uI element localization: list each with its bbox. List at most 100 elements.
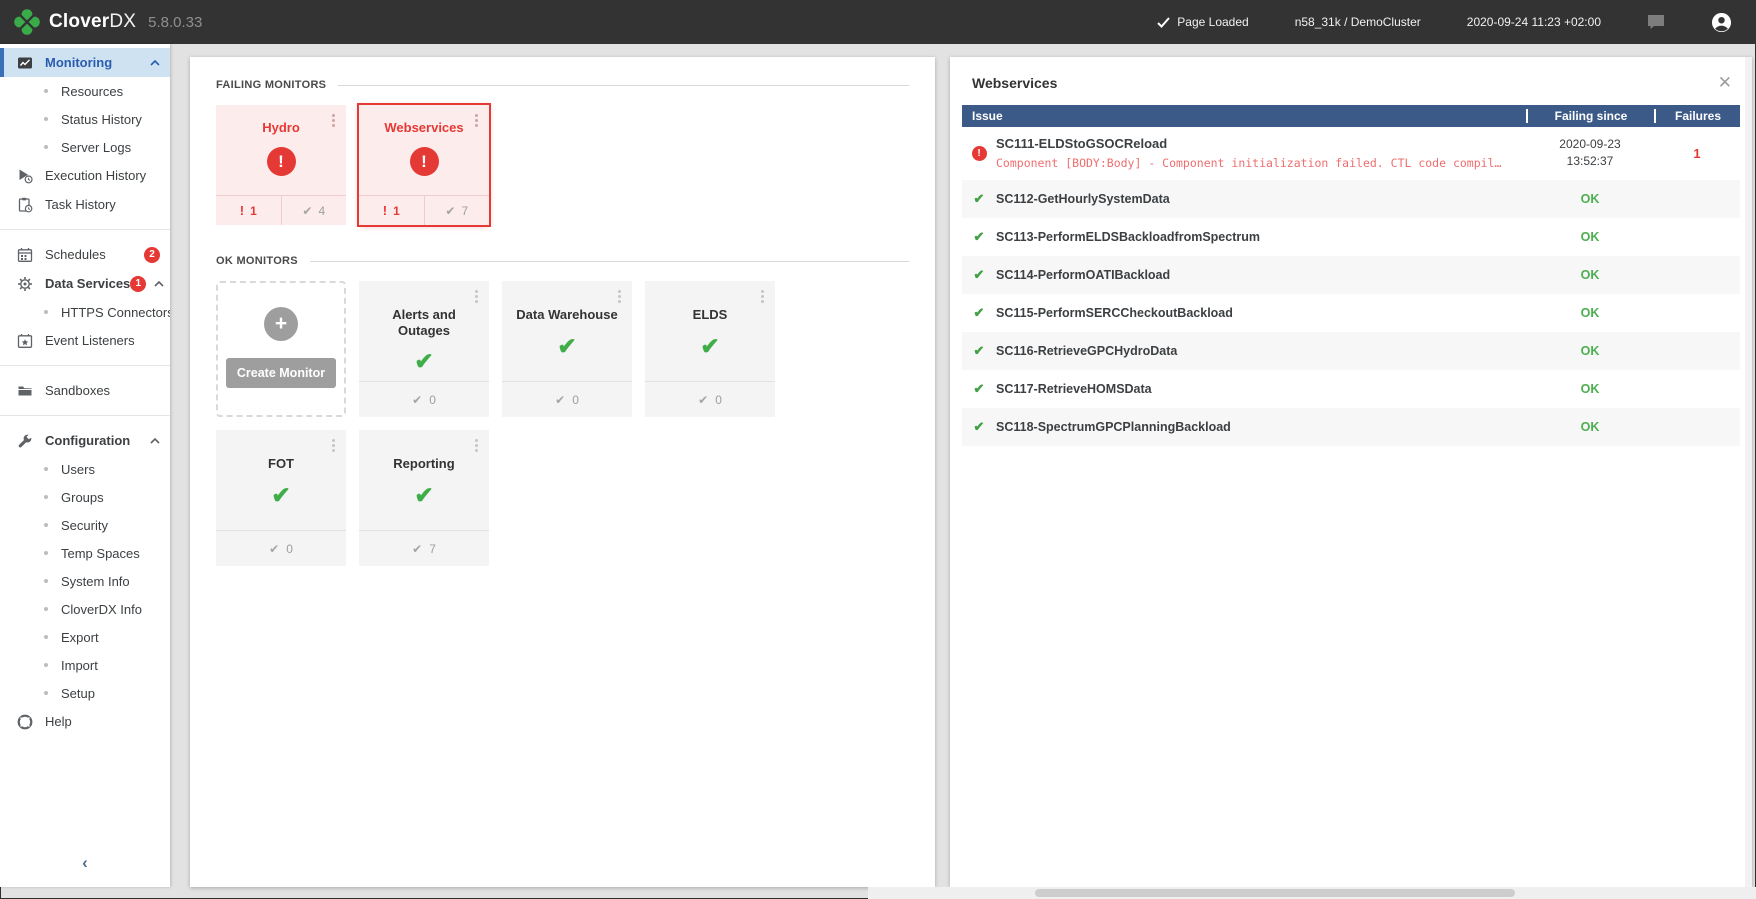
exclamation-icon: !	[239, 203, 245, 218]
sidebar-item-label: Execution History	[45, 168, 147, 183]
issue-name: SC115-PerformSERCCheckoutBackload	[996, 306, 1233, 320]
issue-row[interactable]: ✔ SC116-RetrieveGPCHydroData OK	[962, 332, 1740, 370]
sidebar-item-execution-history[interactable]: Execution History	[0, 161, 170, 190]
ok-status-icon: ✔	[414, 481, 434, 508]
sidebar-item-label: Users	[61, 461, 95, 477]
issue-name: SC116-RetrieveGPCHydroData	[996, 344, 1178, 358]
ok-check-icon: ✔	[973, 191, 985, 206]
sidebar-item-https-connectors[interactable]: HTTPS Connectors	[0, 298, 170, 326]
sidebar-item-data-services[interactable]: Data Services 1	[0, 269, 170, 298]
bullet-icon	[44, 310, 48, 314]
monitor-card-webservices[interactable]: Webservices ! ! 1 ✔ 7	[359, 105, 489, 225]
kebab-menu-icon[interactable]	[761, 290, 764, 293]
create-monitor-card[interactable]: + Create Monitor	[216, 281, 346, 417]
sidebar-item-event-listeners[interactable]: Event Listeners	[0, 326, 170, 355]
sidebar-item-users[interactable]: Users	[0, 455, 170, 483]
sidebar-item-sandboxes[interactable]: Sandboxes	[0, 376, 170, 405]
sidebar-item-label: Help	[45, 714, 72, 729]
sidebar-item-status-history[interactable]: Status History	[0, 105, 170, 133]
monitor-card-reporting[interactable]: Reporting ✔ ✔ 7	[359, 430, 489, 566]
issue-row[interactable]: ✔ SC115-PerformSERCCheckoutBackload OK	[962, 294, 1740, 332]
sidebar-item-label: Security	[61, 517, 108, 533]
sidebar-item-groups[interactable]: Groups	[0, 483, 170, 511]
configuration-icon	[16, 433, 33, 449]
monitor-title: Alerts and Outages	[392, 307, 456, 338]
issue-row[interactable]: ✔ SC113-PerformELDSBackloadfromSpectrum …	[962, 218, 1740, 256]
card-body: Alerts and Outages ✔	[359, 281, 489, 381]
issues-table: Issue Failing since Failures ! SC111-ELD…	[962, 105, 1740, 446]
version-label: 5.8.0.33	[148, 13, 203, 31]
status-cell: !	[962, 145, 996, 161]
issue-name: SC112-GetHourlySystemData	[996, 192, 1170, 206]
execution-history-icon	[16, 168, 33, 184]
sidebar-item-configuration[interactable]: Configuration	[0, 426, 170, 455]
sidebar-item-resources[interactable]: Resources	[0, 77, 170, 105]
sidebar-item-task-history[interactable]: Task History	[0, 190, 170, 219]
feedback-icon[interactable]	[1647, 14, 1665, 30]
kebab-menu-icon[interactable]	[332, 114, 335, 117]
sidebar-divider	[0, 229, 170, 230]
sidebar-item-security[interactable]: Security	[0, 511, 170, 539]
column-header-issue: Issue	[972, 109, 1003, 123]
monitor-card-elds[interactable]: ELDS ✔ ✔ 0	[645, 281, 775, 417]
issue-row[interactable]: ✔ SC117-RetrieveHOMSData OK	[962, 370, 1740, 408]
kebab-menu-icon[interactable]	[475, 439, 478, 442]
monitor-card-alerts-and-outages[interactable]: Alerts and Outages ✔ ✔ 0	[359, 281, 489, 417]
sidebar-item-help[interactable]: Help	[0, 707, 170, 736]
failing-monitors-row: Hydro ! ! 1 ✔ 4 Webservices ! ! 1 ✔ 7	[216, 105, 909, 225]
card-body: Webservices !	[359, 105, 489, 195]
sidebar-collapse-button[interactable]: ‹	[0, 853, 170, 873]
sidebar: Monitoring Resources Status History Serv…	[0, 44, 170, 887]
create-monitor-button[interactable]: Create Monitor	[225, 358, 337, 388]
sidebar-item-label: Resources	[61, 83, 124, 99]
failing-since-cell: 2020-09-23 13:52:37	[1526, 136, 1654, 170]
monitor-card-hydro[interactable]: Hydro ! ! 1 ✔ 4	[216, 105, 346, 225]
sidebar-item-import[interactable]: Import	[0, 651, 170, 679]
kebab-menu-icon[interactable]	[475, 290, 478, 293]
kebab-menu-icon[interactable]	[475, 114, 478, 117]
monitor-card-data-warehouse[interactable]: Data Warehouse ✔ ✔ 0	[502, 281, 632, 417]
sidebar-item-export[interactable]: Export	[0, 623, 170, 651]
ok-status-icon: ✔	[557, 332, 577, 359]
user-account-icon[interactable]	[1711, 12, 1732, 33]
issue-row-error[interactable]: ! SC111-ELDStoGSOCReload Component [BODY…	[962, 127, 1740, 180]
ok-check-icon: ✔	[973, 267, 985, 282]
horizontal-scrollbar[interactable]	[868, 887, 1756, 899]
sidebar-item-label: System Info	[61, 573, 130, 589]
sidebar-item-server-logs[interactable]: Server Logs	[0, 133, 170, 161]
issue-row[interactable]: ✔ SC118-SpectrumGPCPlanningBackload OK	[962, 408, 1740, 446]
kebab-menu-icon[interactable]	[332, 439, 335, 442]
issue-cell: SC111-ELDStoGSOCReload Component [BODY:B…	[996, 136, 1526, 170]
chevron-up-icon	[150, 59, 160, 66]
monitor-title: Reporting	[393, 456, 455, 471]
kebab-menu-icon[interactable]	[618, 290, 621, 293]
sidebar-item-label: Sandboxes	[45, 383, 111, 398]
sidebar-item-cloverdx-info[interactable]: CloverDX Info	[0, 595, 170, 623]
sidebar-item-schedules[interactable]: Schedules 2	[0, 240, 170, 269]
sidebar-item-temp-spaces[interactable]: Temp Spaces	[0, 539, 170, 567]
server-datetime: 2020-09-24 11:23 +02:00	[1466, 15, 1601, 29]
check-icon: ✔	[445, 203, 456, 218]
vertical-scrollbar[interactable]	[1745, 57, 1752, 887]
issue-row[interactable]: ✔ SC112-GetHourlySystemData OK	[962, 180, 1740, 218]
sidebar-item-setup[interactable]: Setup	[0, 679, 170, 707]
section-divider-line	[338, 84, 909, 86]
horizontal-scrollbar-thumb[interactable]	[1035, 889, 1515, 897]
monitors-panel: FAILING MONITORS Hydro ! ! 1 ✔ 4 Webservic…	[190, 57, 935, 887]
bullet-icon	[44, 495, 48, 499]
sidebar-item-system-info[interactable]: System Info	[0, 567, 170, 595]
issue-row[interactable]: ✔ SC114-PerformOATIBackload OK	[962, 256, 1740, 294]
node-cluster-label: n58_31k / DemoCluster	[1294, 15, 1421, 29]
cloverdx-logo[interactable]: CloverDX	[14, 9, 136, 35]
status-ok: OK	[1580, 344, 1600, 358]
sidebar-item-label: Export	[61, 629, 99, 645]
ok-check-icon: ✔	[973, 381, 985, 396]
close-icon[interactable]: ✕	[1712, 72, 1738, 93]
sidebar-item-monitoring[interactable]: Monitoring	[0, 48, 170, 77]
issue-name: SC117-RetrieveHOMSData	[996, 382, 1152, 396]
help-icon	[16, 714, 33, 730]
sidebar-item-label: Groups	[61, 489, 104, 505]
monitor-card-fot[interactable]: FOT ✔ ✔ 0	[216, 430, 346, 566]
ok-check-icon: ✔	[973, 419, 985, 434]
bullet-icon	[44, 89, 48, 93]
